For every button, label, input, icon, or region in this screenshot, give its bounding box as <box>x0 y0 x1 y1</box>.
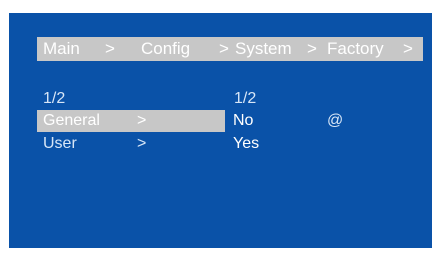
breadcrumb-separator: > <box>307 39 317 58</box>
menu-item-value: Yes <box>233 135 260 152</box>
breadcrumb-config[interactable]: Config <box>141 37 190 61</box>
menu-item-label: User <box>43 135 77 152</box>
cursor-marker: @ <box>327 112 344 129</box>
breadcrumb-separator: > <box>403 39 413 58</box>
submenu-arrow: > <box>137 112 147 129</box>
menu-screen: Main > Config > System > Factory > 1/2 1… <box>9 13 432 248</box>
breadcrumb: Main > Config > System > Factory > <box>37 37 423 61</box>
menu-item-label: General <box>43 112 100 129</box>
breadcrumb-main[interactable]: Main <box>43 37 80 61</box>
submenu-arrow: > <box>137 135 147 152</box>
menu-item-user[interactable]: User > Yes <box>37 133 297 155</box>
menu-item-general[interactable]: General > No <box>37 110 297 132</box>
right-page-indicator: 1/2 <box>234 90 257 107</box>
menu-item-value: No <box>233 112 254 129</box>
breadcrumb-system[interactable]: System <box>235 37 292 61</box>
breadcrumb-separator: > <box>219 39 229 58</box>
breadcrumb-factory[interactable]: Factory <box>327 37 384 61</box>
left-page-indicator: 1/2 <box>43 90 66 107</box>
breadcrumb-separator: > <box>105 39 115 58</box>
